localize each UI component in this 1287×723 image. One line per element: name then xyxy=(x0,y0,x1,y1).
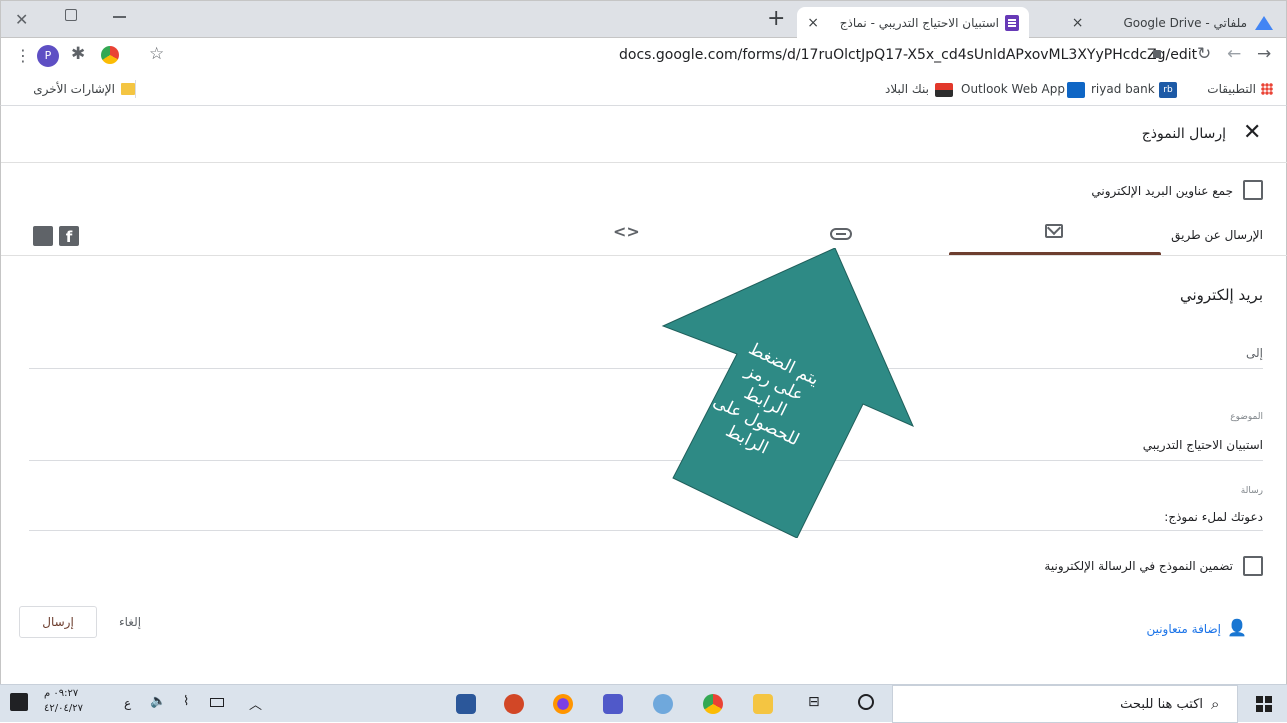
app-icon[interactable] xyxy=(653,694,673,714)
teams-icon[interactable] xyxy=(603,694,623,714)
add-collaborators-icon[interactable]: 👤 xyxy=(1227,618,1247,637)
bookmark-apps[interactable]: التطبيقات xyxy=(1186,82,1256,96)
collect-emails-checkbox[interactable] xyxy=(1243,180,1263,200)
embed-code-icon[interactable]: <> xyxy=(613,222,640,241)
bookmarks-bar: الإشارات الأخرى التطبيقات rb riyad bank … xyxy=(0,74,1287,106)
search-icon: ⌕ xyxy=(1211,695,1220,713)
close-icon[interactable]: ✕ xyxy=(1243,120,1261,145)
windows-taskbar: ٠٩:٢٧ م ٤٢/٠٤/٢٧ ع 🔈 ⌇ ︿ ⊟ اكتب هنا للبح… xyxy=(0,684,1287,723)
dialog-title: إرسال النموذج xyxy=(1141,126,1226,142)
collect-emails-label: جمع عناوين البريد الإلكتروني xyxy=(1091,184,1233,198)
tab-drive[interactable]: ملفاتي - Google Drive × xyxy=(1041,7,1281,39)
avatar[interactable]: P xyxy=(37,45,59,67)
subject-field-label: الموضوع xyxy=(1230,412,1263,422)
volume-icon[interactable]: 🔈 xyxy=(150,694,166,709)
taskbar-search-box[interactable]: اكتب هنا للبحث ⌕ xyxy=(892,685,1238,723)
chrome-icon[interactable] xyxy=(703,694,723,714)
back-arrow-icon[interactable]: → xyxy=(1257,44,1271,64)
include-form-checkbox[interactable] xyxy=(1243,556,1263,576)
tab-close-icon[interactable]: × xyxy=(807,15,819,31)
firefox-icon[interactable] xyxy=(553,694,573,714)
facebook-icon[interactable]: f xyxy=(59,226,79,246)
apps-grid-icon[interactable] xyxy=(1261,83,1273,95)
taskbar-date: ٤٢/٠٤/٢٧ xyxy=(44,703,83,714)
lock-icon[interactable] xyxy=(1153,50,1161,58)
cortana-icon[interactable] xyxy=(858,694,874,710)
reload-icon[interactable]: ↻ xyxy=(1197,44,1211,64)
extensions-puzzle-icon[interactable]: ✱ xyxy=(71,44,85,64)
wifi-icon[interactable]: ⌇ xyxy=(183,694,189,709)
to-field[interactable] xyxy=(29,368,1263,369)
bookmark-star-icon[interactable]: ☆ xyxy=(149,44,164,64)
to-field-label: إلى xyxy=(1246,346,1263,360)
divider xyxy=(1,255,1287,256)
outlook-icon xyxy=(1067,82,1085,98)
email-section-title: بريد إلكتروني xyxy=(1179,286,1263,304)
drive-favicon-icon xyxy=(1255,16,1273,30)
menu-dots-icon[interactable]: ⋮ xyxy=(15,46,31,65)
add-collaborators-button[interactable]: إضافة متعاونين xyxy=(1101,622,1221,636)
address-bar-url[interactable]: docs.google.com/forms/d/17ruOlctJpQ17-X5… xyxy=(619,47,1197,63)
browser-toolbar: ⋮ P ✱ ☆ docs.google.com/forms/d/17ruOlct… xyxy=(0,38,1287,74)
message-underline xyxy=(29,530,1263,531)
forward-arrow-icon[interactable]: ← xyxy=(1227,44,1241,64)
other-bookmarks-link[interactable]: الإشارات الأخرى xyxy=(19,82,115,96)
windows-start-icon[interactable] xyxy=(1256,696,1272,712)
forms-favicon-icon xyxy=(1005,15,1019,31)
tab-title: ملفاتي - Google Drive xyxy=(1123,16,1247,30)
extension-icon[interactable] xyxy=(101,46,119,64)
new-tab-button[interactable]: + xyxy=(767,6,785,31)
tab-forms[interactable]: استبيان الاحتياج التدريبي - نماذج × xyxy=(797,7,1029,39)
subject-field[interactable]: استبيان الاحتياج التدريبي xyxy=(1001,438,1263,452)
folder-icon xyxy=(121,83,135,95)
notification-icon[interactable] xyxy=(10,693,28,711)
send-button[interactable]: إرسال xyxy=(19,606,97,638)
subject-underline xyxy=(29,460,1263,461)
task-view-icon[interactable]: ⊟ xyxy=(808,694,820,710)
message-field[interactable]: دعوتك لملء نموذج: xyxy=(1001,510,1263,524)
taskbar-time: ٠٩:٢٧ م xyxy=(44,688,79,699)
bank-albilad-icon xyxy=(935,83,953,97)
window-minimize-icon[interactable] xyxy=(113,16,126,18)
tab-title: استبيان الاحتياج التدريبي - نماذج xyxy=(839,16,999,30)
powerpoint-icon[interactable] xyxy=(504,694,524,714)
divider xyxy=(1,162,1287,163)
link-icon-bar xyxy=(836,233,846,235)
bookmark-bank-albilad[interactable]: بنك البلاد xyxy=(869,82,929,96)
send-form-dialog: ✕ إرسال النموذج جمع عناوين البريد الإلكت… xyxy=(0,106,1287,684)
message-field-label: رسالة xyxy=(1240,486,1263,496)
riyad-bank-icon: rb xyxy=(1159,82,1177,98)
chevron-up-icon[interactable]: ︿ xyxy=(249,694,262,713)
browser-tab-bar: ✕ + استبيان الاحتياج التدريبي - نماذج × … xyxy=(0,0,1287,39)
tab-close-icon[interactable]: × xyxy=(1072,15,1084,31)
word-icon[interactable] xyxy=(456,694,476,714)
tab-email[interactable] xyxy=(949,214,1161,256)
bookmark-riyad-bank[interactable]: riyad bank xyxy=(1091,82,1155,96)
bookmark-outlook[interactable]: Outlook Web App xyxy=(961,82,1065,96)
cancel-button[interactable]: إلغاء xyxy=(119,615,141,629)
window-restore-icon[interactable] xyxy=(65,9,77,21)
language-indicator[interactable]: ع xyxy=(124,696,131,710)
battery-icon[interactable] xyxy=(210,698,224,707)
file-explorer-icon[interactable] xyxy=(753,694,773,714)
include-form-label: تضمين النموذج في الرسالة الإلكترونية xyxy=(1044,559,1233,573)
window-close-icon[interactable]: ✕ xyxy=(15,10,28,29)
divider xyxy=(135,80,136,98)
twitter-icon[interactable] xyxy=(33,226,53,246)
search-input[interactable]: اكتب هنا للبحث xyxy=(1043,697,1203,712)
